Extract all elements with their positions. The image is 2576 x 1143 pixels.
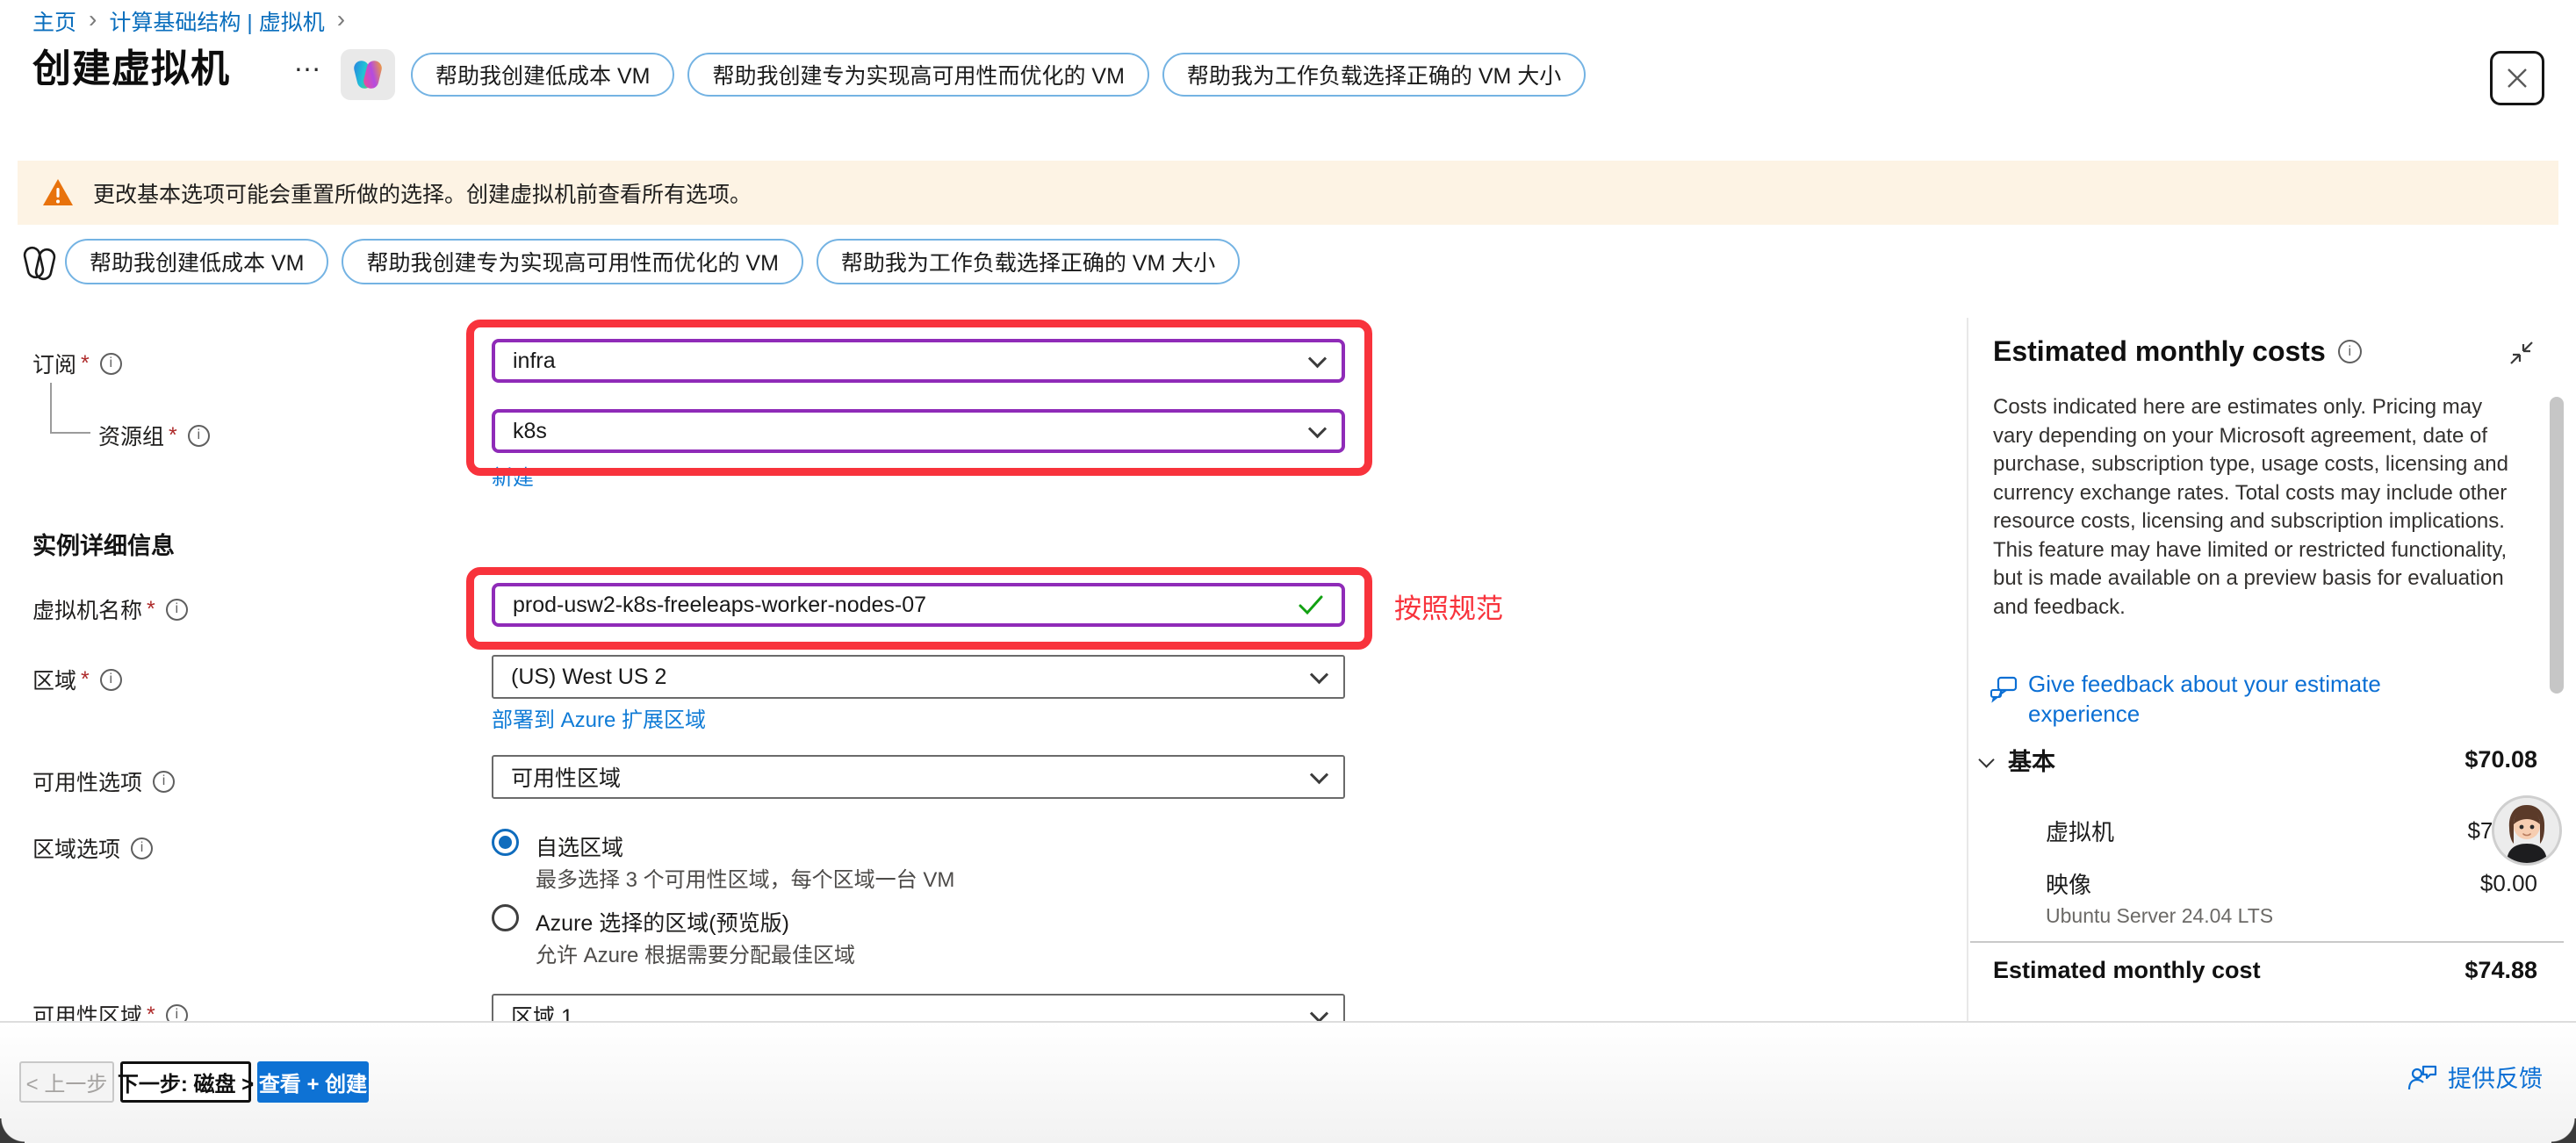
deploy-extended-zones-link[interactable]: 部署到 Azure 扩展区域 <box>492 702 706 733</box>
panel-divider <box>1967 318 1968 1021</box>
cost-panel-title: Estimated monthly costs <box>1993 335 2326 368</box>
valid-check-icon <box>1298 594 1324 615</box>
cost-panel-description: Costs indicated here are estimates only.… <box>1993 393 2525 622</box>
availability-options-label: 可用性选项 i <box>32 766 175 797</box>
info-icon[interactable]: i <box>188 425 210 447</box>
required-asterisk: * <box>81 351 90 377</box>
radio-azure-selected-zones[interactable] <box>492 904 519 931</box>
resource-group-select[interactable]: k8s <box>492 409 1345 453</box>
copilot-button[interactable] <box>341 49 395 100</box>
radio-azure-selected-zones-desc: 允许 Azure 根据需要分配最佳区域 <box>536 938 855 968</box>
copilot-icon <box>350 57 385 92</box>
subscription-select[interactable]: infra <box>492 339 1345 383</box>
vm-name-label: 虚拟机名称 * i <box>32 593 188 625</box>
cost-row-vm: 虚拟机 $70.08 <box>2046 815 2537 847</box>
cost-row-image-sub: Ubuntu Server 24.04 LTS <box>2046 904 2273 928</box>
info-icon[interactable]: i <box>100 353 122 375</box>
more-actions-ellipsis-icon[interactable]: … <box>293 46 324 78</box>
cost-separator <box>1970 941 2564 943</box>
radio-self-selected-zones-desc: 最多选择 3 个可用性区域，每个区域一台 VM <box>536 862 954 893</box>
cost-panel-header: Estimated monthly costs i <box>1993 335 2362 368</box>
collapse-panel-button[interactable] <box>2508 339 2536 371</box>
required-asterisk: * <box>81 667 90 693</box>
chevron-down-icon <box>1308 349 1327 368</box>
chevron-down-icon <box>1978 751 1994 767</box>
suggestion-high-availability-vm-button[interactable]: 帮助我创建专为实现高可用性而优化的 VM <box>342 239 802 284</box>
close-button[interactable] <box>2490 51 2544 105</box>
availability-zone-select[interactable]: 区域 1 <box>492 994 1345 1021</box>
warning-triangle-icon <box>42 178 74 207</box>
page-title: 创建虚拟机 <box>32 37 230 93</box>
cost-group-row[interactable]: 基本 $70.08 <box>1981 743 2537 777</box>
region-select[interactable]: (US) West US 2 <box>492 655 1345 699</box>
subscription-label: 订阅 * i <box>32 348 122 379</box>
required-asterisk: * <box>169 423 177 449</box>
page-content: 主页 › 计算基础结构 | 虚拟机 › 创建虚拟机 … <box>0 0 2576 1021</box>
collapse-icon <box>2508 339 2536 367</box>
suggestion-low-cost-vm-button[interactable]: 帮助我创建低成本 VM <box>411 53 674 97</box>
cost-row-image: 映像 $0.00 <box>2046 867 2537 900</box>
footer-bar: < 上一步 下一步: 磁盘 > 查看 + 创建 提供反馈 <box>0 1021 2576 1143</box>
breadcrumb: 主页 › 计算基础结构 | 虚拟机 › <box>32 5 345 37</box>
info-icon[interactable]: i <box>131 837 153 859</box>
avatar[interactable] <box>2492 795 2562 866</box>
radio-self-selected-zones-label[interactable]: 自选区域 <box>536 830 623 862</box>
feedback-bubbles-icon <box>1990 674 2019 704</box>
breadcrumb-home-link[interactable]: 主页 <box>32 5 76 37</box>
suggestion-right-vm-size-button[interactable]: 帮助我为工作负载选择正确的 VM 大小 <box>1162 53 1586 97</box>
resource-group-label: 资源组 * i <box>98 420 210 451</box>
info-icon[interactable]: i <box>166 599 188 621</box>
info-icon[interactable]: i <box>100 669 122 691</box>
copilot-suggestions-top: 帮助我创建低成本 VM 帮助我创建专为实现高可用性而优化的 VM 帮助我为工作负… <box>411 53 1586 97</box>
vm-name-input[interactable]: prod-usw2-k8s-freeleaps-worker-nodes-07 <box>492 583 1345 627</box>
radio-azure-selected-zones-label[interactable]: Azure 选择的区域(预览版) <box>536 906 789 938</box>
availability-zone-label: 可用性区域 * i <box>32 999 188 1021</box>
radio-dot <box>499 836 512 849</box>
create-new-resource-group-link[interactable]: 新建 <box>492 460 534 491</box>
required-asterisk: * <box>147 1003 155 1022</box>
chevron-down-icon <box>1310 766 1328 784</box>
chevron-right-icon: › <box>337 7 345 32</box>
tree-connector <box>50 383 90 434</box>
review-create-button[interactable]: 查看 + 创建 <box>257 1061 369 1103</box>
give-feedback-link[interactable]: 提供反馈 <box>2407 1060 2543 1094</box>
previous-step-button[interactable]: < 上一步 <box>19 1061 114 1103</box>
next-step-disks-button[interactable]: 下一步: 磁盘 > <box>120 1061 251 1103</box>
scrollbar-thumb[interactable] <box>2550 397 2564 694</box>
chevron-right-icon: › <box>89 7 97 32</box>
info-icon[interactable]: i <box>153 771 175 793</box>
estimate-feedback-link[interactable]: Give feedback about your estimate experi… <box>1990 669 2481 729</box>
suggestion-right-vm-size-button[interactable]: 帮助我为工作负载选择正确的 VM 大小 <box>817 239 1240 284</box>
warning-text: 更改基本选项可能会重置所做的选择。创建虚拟机前查看所有选项。 <box>93 177 752 209</box>
annotation-text: 按照规范 <box>1394 586 1503 626</box>
chevron-down-icon <box>1308 420 1327 438</box>
cost-total-row: Estimated monthly cost $74.88 <box>1993 957 2537 984</box>
chevron-down-icon <box>1310 1004 1328 1021</box>
zone-options-label: 区域选项 i <box>32 832 153 864</box>
avatar-image <box>2494 798 2559 863</box>
suggestion-low-cost-vm-button[interactable]: 帮助我创建低成本 VM <box>65 239 328 284</box>
copilot-suggestions-inline: 帮助我创建低成本 VM 帮助我创建专为实现高可用性而优化的 VM 帮助我为工作负… <box>65 239 1240 284</box>
region-label: 区域 * i <box>32 664 122 695</box>
create-vm-page: 主页 › 计算基础结构 | 虚拟机 › 创建虚拟机 … <box>0 0 2576 1143</box>
copilot-outline-icon <box>19 242 60 289</box>
person-feedback-icon <box>2407 1063 2437 1091</box>
close-icon <box>2505 66 2529 90</box>
info-icon[interactable]: i <box>166 1004 188 1022</box>
suggestion-high-availability-vm-button[interactable]: 帮助我创建专为实现高可用性而优化的 VM <box>687 53 1148 97</box>
instance-details-heading: 实例详细信息 <box>32 527 175 561</box>
chevron-down-icon <box>1310 665 1328 684</box>
warning-banner: 更改基本选项可能会重置所做的选择。创建虚拟机前查看所有选项。 <box>18 161 2558 225</box>
availability-options-select[interactable]: 可用性区域 <box>492 755 1345 799</box>
info-icon[interactable]: i <box>2338 340 2362 363</box>
breadcrumb-section-link[interactable]: 计算基础结构 | 虚拟机 <box>109 5 324 37</box>
required-asterisk: * <box>147 597 155 622</box>
radio-self-selected-zones[interactable] <box>492 829 519 856</box>
